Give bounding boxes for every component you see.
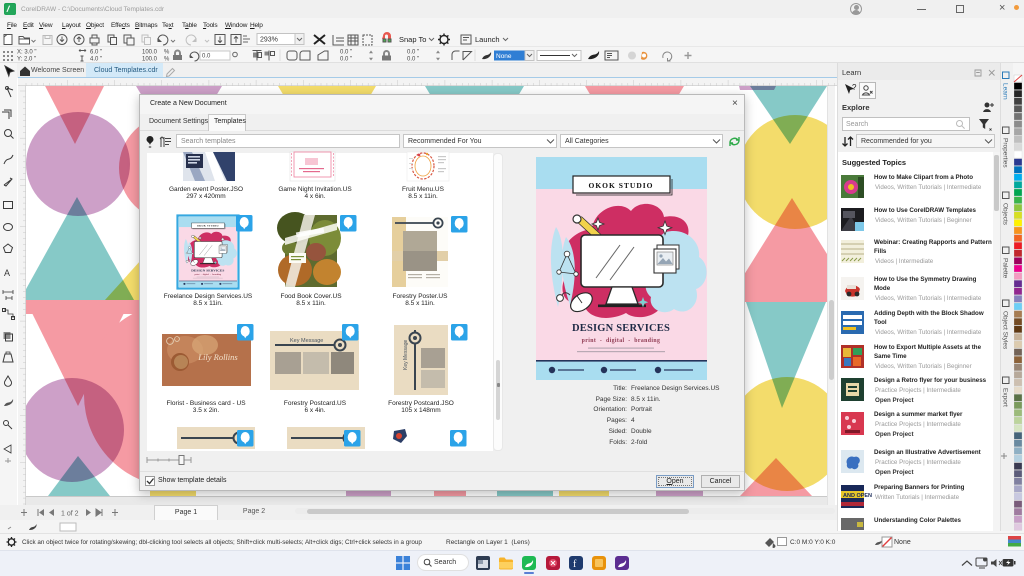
- svg-text:Object Styles: Object Styles: [1002, 311, 1009, 350]
- svg-text:Export: Export: [1002, 388, 1009, 407]
- svg-text:Key Message: Key Message: [403, 339, 409, 370]
- svg-text:Palette: Palette: [1002, 258, 1009, 279]
- svg-text:Key Message: Key Message: [290, 338, 323, 344]
- svg-text:Objects: Objects: [1002, 203, 1009, 226]
- svg-text:Lily Rollins: Lily Rollins: [197, 352, 238, 362]
- svg-text:Learn: Learn: [1002, 83, 1009, 100]
- svg-text:Properties: Properties: [1002, 138, 1009, 168]
